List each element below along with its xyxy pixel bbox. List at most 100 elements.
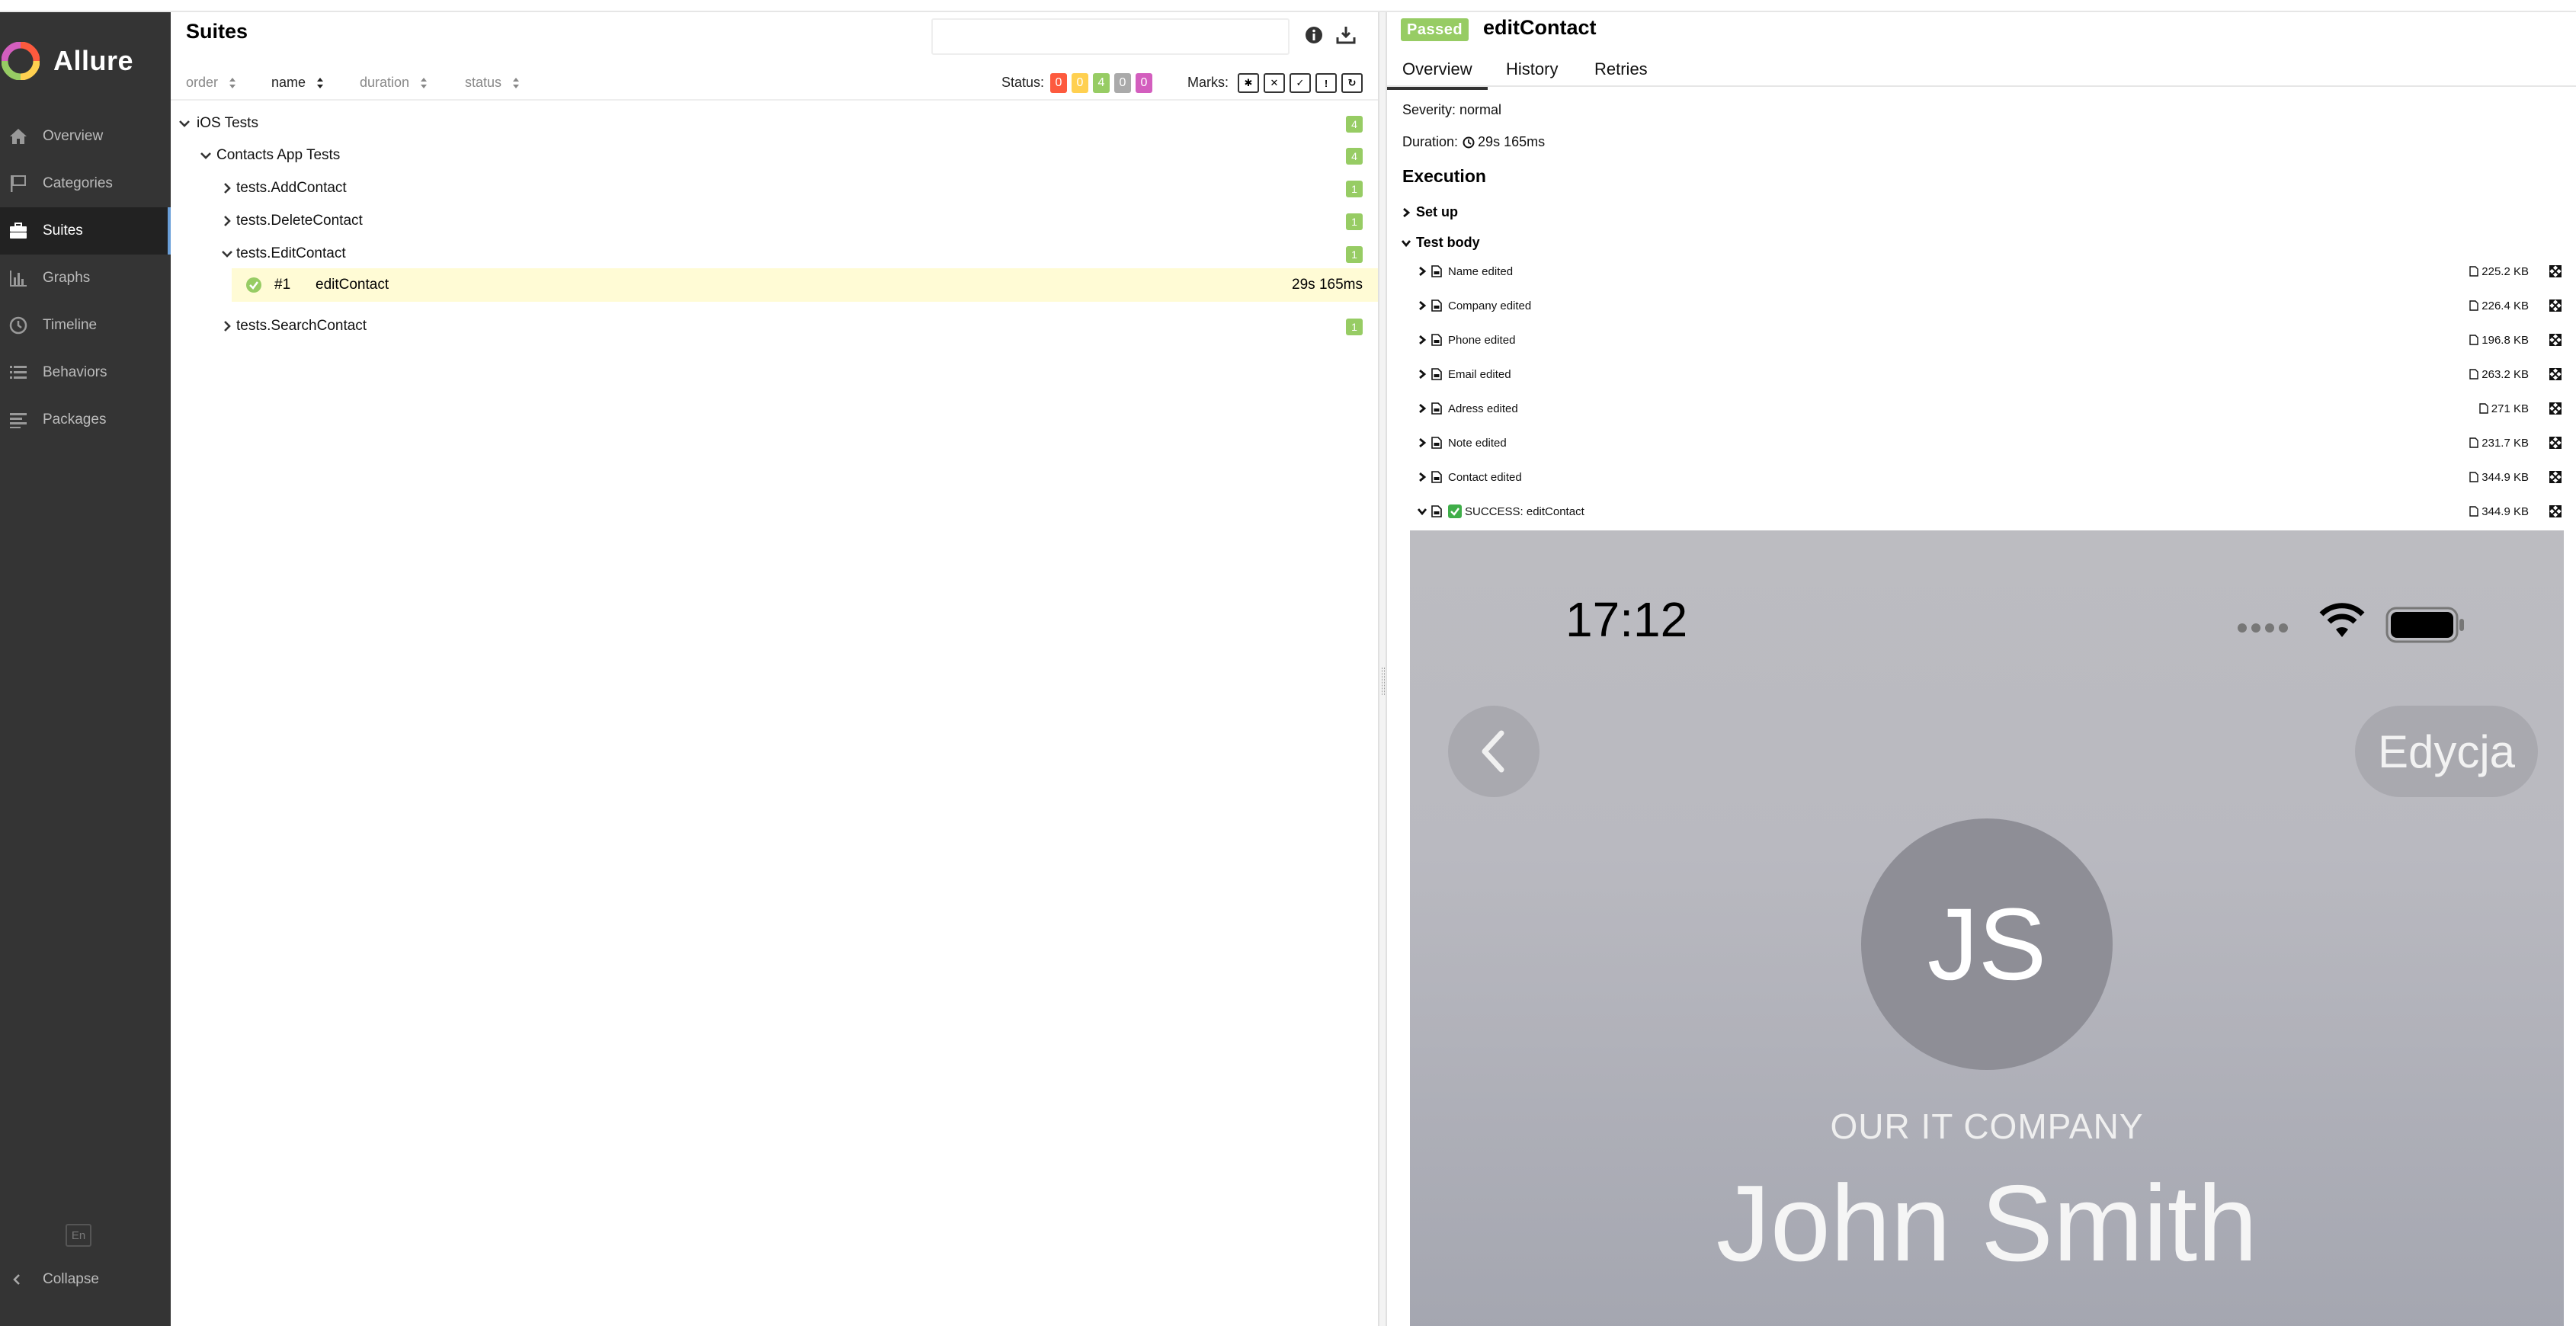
check-mark-icon bbox=[1448, 504, 1462, 518]
new-failed-icon[interactable]: ✕ bbox=[1264, 73, 1285, 93]
sort-icon bbox=[421, 77, 428, 88]
tree-node[interactable]: tests.EditContact 1 bbox=[171, 239, 1378, 269]
chevron-right-icon bbox=[1419, 370, 1427, 379]
test-case-row[interactable]: #1 editContact 29s 165ms bbox=[232, 268, 1378, 302]
test-body-section[interactable]: Test body bbox=[1401, 235, 1480, 251]
count-badge: 4 bbox=[1346, 148, 1363, 165]
expand-icon[interactable] bbox=[2549, 264, 2562, 278]
status-skipped-toggle[interactable]: 0 bbox=[1114, 73, 1131, 93]
sort-order[interactable]: order bbox=[186, 75, 236, 91]
step-row[interactable]: Adress edited 271 KB bbox=[1418, 393, 2570, 424]
step-row[interactable]: Name edited 225.2 KB bbox=[1418, 256, 2570, 287]
file-icon bbox=[2469, 437, 2478, 448]
retries-icon[interactable]: ↻ bbox=[1341, 73, 1363, 93]
pane-splitter[interactable] bbox=[1378, 12, 1387, 1326]
collapse-label: Collapse bbox=[43, 1271, 99, 1287]
sidebar-item-label: Overview bbox=[43, 128, 104, 144]
sort-name[interactable]: name bbox=[271, 75, 324, 91]
expand-icon[interactable] bbox=[2549, 504, 2562, 518]
chevron-right-icon bbox=[1419, 438, 1427, 447]
attachment-screenshot[interactable]: 17:12 Edycja JS OUR IT COMPANY John Smit… bbox=[1410, 530, 2564, 1326]
status-broken-toggle[interactable]: 0 bbox=[1072, 73, 1088, 93]
language-switch[interactable]: En bbox=[66, 1224, 91, 1247]
sidebar-item-overview[interactable]: Overview bbox=[0, 113, 171, 160]
tree-node[interactable]: Contacts App Tests 4 bbox=[171, 140, 1378, 171]
status-unknown-toggle[interactable]: 0 bbox=[1136, 73, 1152, 93]
duration-row: Duration: 29s 165ms bbox=[1402, 134, 1545, 150]
status-badge: Passed bbox=[1401, 18, 1469, 41]
tree-node[interactable]: tests.SearchContact 1 bbox=[171, 311, 1378, 341]
sidebar-item-categories[interactable]: Categories bbox=[0, 160, 171, 207]
sidebar-item-label: Packages bbox=[43, 412, 107, 428]
battery-icon bbox=[2385, 607, 2464, 643]
contact-company: OUR IT COMPANY bbox=[1830, 1107, 2144, 1146]
download-button[interactable] bbox=[1334, 23, 1358, 47]
chevron-right-icon bbox=[224, 183, 231, 194]
flag-icon bbox=[8, 173, 29, 194]
tree-node[interactable]: tests.AddContact 1 bbox=[171, 173, 1378, 203]
sidebar-item-timeline[interactable]: Timeline bbox=[0, 302, 171, 349]
flaky-icon[interactable]: ✱ bbox=[1238, 73, 1259, 93]
status-filter-label: Status: bbox=[1001, 75, 1045, 90]
marks-filter-label: Marks: bbox=[1187, 75, 1229, 90]
step-name: Company edited bbox=[1448, 299, 1532, 312]
sidebar-item-label: Categories bbox=[43, 175, 113, 191]
status-passed-toggle[interactable]: 4 bbox=[1093, 73, 1110, 93]
status-failed-toggle[interactable]: 0 bbox=[1050, 73, 1067, 93]
tab-history[interactable]: History bbox=[1506, 59, 1558, 79]
splitter-grip[interactable] bbox=[1382, 668, 1385, 695]
step-row[interactable]: Phone edited 196.8 KB bbox=[1418, 325, 2570, 355]
size-value: 226.4 KB bbox=[2481, 299, 2529, 312]
wifi-icon bbox=[2319, 603, 2365, 637]
severity: Severity: normal bbox=[1402, 102, 1502, 117]
setup-section[interactable]: Set up bbox=[1401, 204, 1458, 220]
expand-icon[interactable] bbox=[2549, 367, 2562, 381]
expand-icon[interactable] bbox=[2549, 470, 2562, 484]
new-broken-icon[interactable]: ! bbox=[1315, 73, 1337, 93]
chevron-right-icon bbox=[224, 321, 231, 332]
step-row[interactable]: Email edited 263.2 KB bbox=[1418, 359, 2570, 389]
file-icon bbox=[2469, 369, 2478, 380]
search-input[interactable] bbox=[931, 18, 1290, 55]
sort-duration[interactable]: duration bbox=[360, 75, 428, 91]
chevron-left-icon bbox=[1482, 730, 1504, 773]
step-row[interactable]: Contact edited 344.9 KB bbox=[1418, 462, 2570, 492]
expand-icon[interactable] bbox=[2549, 402, 2562, 415]
tree-node[interactable]: iOS Tests 4 bbox=[171, 108, 1378, 139]
tab-overview[interactable]: Overview bbox=[1387, 59, 1488, 90]
step-row[interactable]: Note edited 231.7 KB bbox=[1418, 428, 2570, 458]
app-logo[interactable]: Allure bbox=[0, 32, 133, 90]
tab-retries[interactable]: Retries bbox=[1594, 59, 1648, 79]
tree-node-label: tests.DeleteContact bbox=[236, 213, 363, 229]
sort-status[interactable]: status bbox=[465, 75, 520, 91]
list-icon bbox=[8, 362, 29, 383]
sidebar-item-packages[interactable]: Packages bbox=[0, 396, 171, 444]
download-icon bbox=[1336, 27, 1356, 44]
sidebar-item-suites[interactable]: Suites bbox=[0, 207, 171, 255]
expand-icon[interactable] bbox=[2549, 436, 2562, 450]
sort-bar: order name duration status Status: 0 0 4… bbox=[171, 66, 1378, 101]
app-name: Allure bbox=[53, 45, 134, 76]
size-value: 225.2 KB bbox=[2481, 264, 2529, 278]
phone-edit-button: Edycja bbox=[2355, 706, 2538, 797]
new-passed-icon[interactable]: ✓ bbox=[1290, 73, 1311, 93]
attachment-size: 263.2 KB bbox=[2469, 368, 2529, 381]
step-row[interactable]: Company edited 226.4 KB bbox=[1418, 290, 2570, 321]
collapse-button[interactable]: Collapse bbox=[11, 1271, 99, 1288]
size-value: 263.2 KB bbox=[2481, 367, 2529, 381]
expand-icon[interactable] bbox=[2549, 299, 2562, 312]
step-row[interactable]: SUCCESS: editContact 344.9 KB bbox=[1418, 496, 2570, 527]
sort-label: status bbox=[465, 75, 502, 90]
step-name: Contact edited bbox=[1448, 470, 1522, 484]
tree-node[interactable]: tests.DeleteContact 1 bbox=[171, 206, 1378, 236]
tree-node-label: tests.EditContact bbox=[236, 245, 346, 261]
chevron-down-icon bbox=[222, 251, 232, 258]
expand-icon[interactable] bbox=[2549, 333, 2562, 347]
sidebar-item-graphs[interactable]: Graphs bbox=[0, 255, 171, 302]
sidebar-item-behaviors[interactable]: Behaviors bbox=[0, 349, 171, 396]
file-icon bbox=[2479, 403, 2488, 414]
attachment-size: 231.7 KB bbox=[2469, 437, 2529, 450]
duration-label: Duration: bbox=[1402, 134, 1459, 149]
info-button[interactable] bbox=[1302, 23, 1326, 47]
top-strip bbox=[0, 0, 2576, 12]
